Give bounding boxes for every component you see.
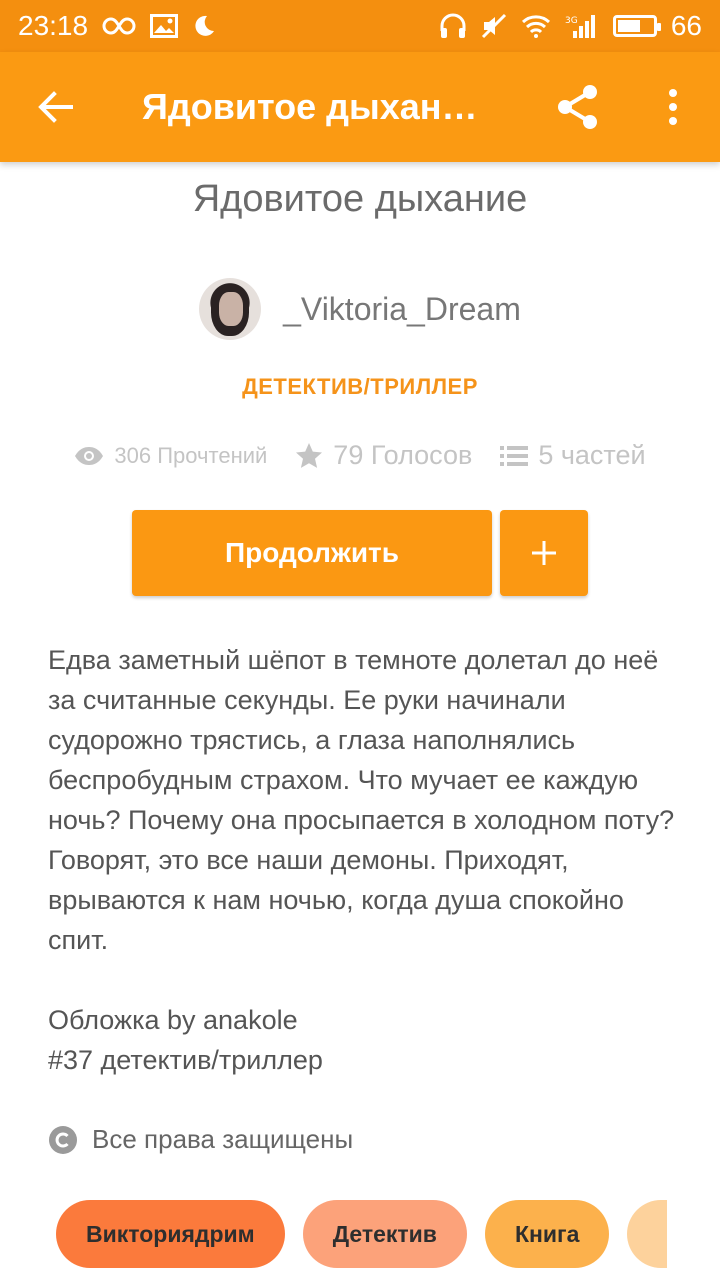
author-name[interactable]: _Viktoria_Dream [283, 291, 521, 328]
app-bar-title: Ядовитое дыхан… [142, 86, 478, 127]
copyright-text: Все права защищены [92, 1124, 354, 1154]
add-to-library-button[interactable] [500, 510, 588, 596]
eye-icon [75, 446, 104, 465]
action-buttons: Продолжить [132, 510, 588, 596]
signal-icon: 3G [565, 11, 599, 41]
copyright-icon [49, 1125, 77, 1154]
parts-stat: 5 частей [500, 440, 646, 471]
copyright-row: Все права защищены [48, 1124, 353, 1155]
share-icon [558, 85, 597, 129]
description-credits: Обложка by anakole #37 детектив/триллер [48, 1005, 323, 1075]
tag-chip[interactable]: Книга [484, 1200, 610, 1268]
genre-link[interactable]: ДЕТЕКТИВ/ТРИЛЛЕР [0, 374, 720, 400]
status-time: 23:18 [18, 10, 89, 41]
votes-stat: 79 Голосов [295, 440, 472, 471]
battery-fill [617, 20, 641, 32]
more-vertical-icon [669, 89, 677, 125]
arrow-left-icon [38, 91, 73, 123]
star-icon [296, 442, 323, 468]
description-paragraph: Едва заметный шёпот в темноте долетал до… [48, 645, 675, 955]
image-icon [150, 11, 179, 41]
avatar-face [219, 292, 244, 326]
list-icon [500, 445, 529, 466]
svg-text:3G: 3G [565, 16, 578, 26]
battery-level: 66 [670, 10, 702, 41]
parts-count: 5 частей [538, 440, 646, 470]
back-button[interactable] [0, 52, 110, 162]
status-bar: 23:18 3G 66 [0, 0, 720, 52]
reads-stat: 306 Прочтений [74, 443, 267, 469]
app-bar: Ядовитое дыхан… [0, 52, 720, 162]
headphones-icon [439, 11, 467, 41]
votes-count: 79 Голосов [333, 440, 473, 470]
author-avatar[interactable] [199, 278, 262, 340]
more-options-button[interactable] [628, 52, 718, 162]
infinity-icon [102, 11, 136, 41]
author-row[interactable]: _Viktoria_Dream [0, 278, 720, 340]
mute-icon [481, 11, 507, 41]
tag-chip-partial[interactable] [627, 1200, 668, 1268]
moon-icon [192, 11, 216, 41]
story-title: Ядовитое дыхание [192, 178, 528, 220]
share-button[interactable] [528, 52, 628, 162]
tag-chip[interactable]: Викториядрим [56, 1200, 285, 1268]
continue-reading-button[interactable]: Продолжить [132, 510, 492, 596]
tags-row: Викториядрим Детектив Книга [56, 1200, 668, 1268]
plus-icon [532, 541, 556, 565]
wifi-icon [521, 11, 551, 41]
story-stats: 306 Прочтений 79 Голосов 5 частей [0, 440, 720, 471]
tag-chip[interactable]: Детектив [302, 1200, 467, 1268]
battery-icon [612, 15, 661, 37]
reads-count: 306 Прочтений [114, 442, 268, 468]
story-description: Едва заметный шёпот в темноте долетал до… [48, 640, 678, 1120]
